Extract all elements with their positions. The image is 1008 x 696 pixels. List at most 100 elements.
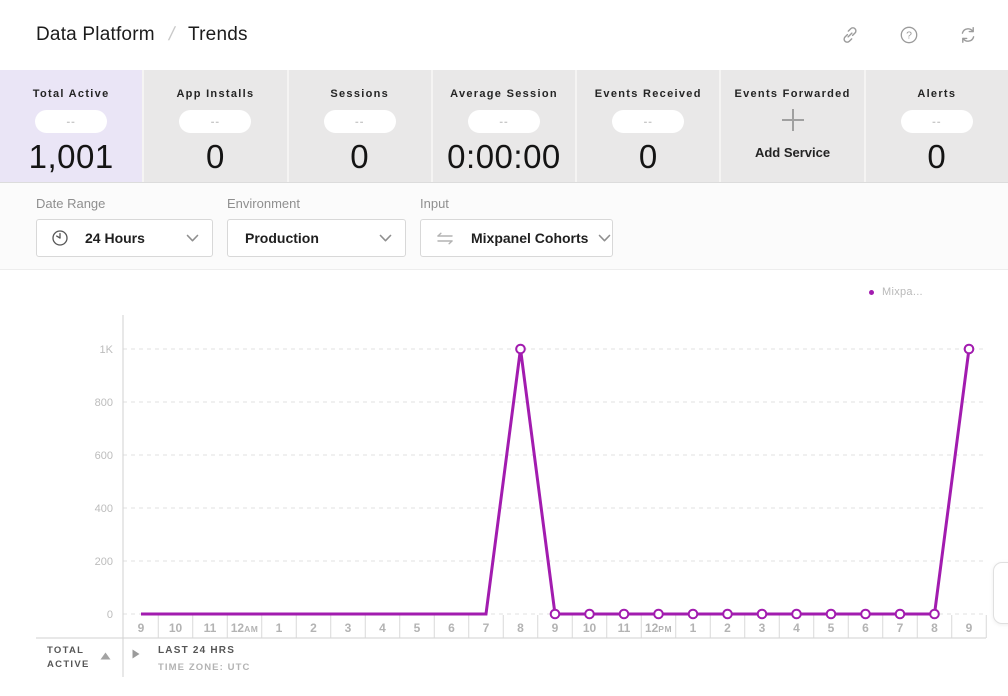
metric-card-events-received[interactable]: Events Received--0 <box>577 70 721 182</box>
x-axis-tick-label: 10 <box>583 621 597 635</box>
data-point-marker <box>930 610 939 619</box>
input-dropdown[interactable]: Mixpanel Cohorts <box>420 219 613 257</box>
x-axis-tick-label: 9 <box>552 621 559 635</box>
metrics-row: Total Active--1,001App Installs--0Sessio… <box>0 70 1008 183</box>
data-point-marker <box>792 610 801 619</box>
metric-card-average-session[interactable]: Average Session -- 0:00:00 <box>433 70 577 182</box>
filter-label: Environment <box>227 196 406 211</box>
x-axis-tick-label: 3 <box>345 621 352 635</box>
filters-row: Date Range24 Hours Environment Production I… <box>0 183 1008 270</box>
header-actions: ? <box>840 25 978 45</box>
plus-icon <box>780 107 806 133</box>
metric-card-events-forwarded[interactable]: Events ForwardedAdd Service <box>721 70 865 182</box>
data-point-marker <box>861 610 870 619</box>
x-axis-tick-label: 5 <box>828 621 835 635</box>
x-axis-tick-label: 11 <box>204 621 217 635</box>
series-line <box>141 349 969 614</box>
y-axis-tick-label: 0 <box>107 609 113 621</box>
x-axis-tick-label: 3 <box>759 621 766 635</box>
legend-series-label: Mixpa... <box>882 286 923 298</box>
data-point-marker <box>551 610 560 619</box>
metric-label: Sessions <box>330 88 389 100</box>
breadcrumb-page: Trends <box>188 24 248 46</box>
data-point-marker <box>654 610 663 619</box>
date-range-dropdown[interactable]: 24 Hours <box>36 219 213 257</box>
metric-value: 1,001 <box>29 138 114 176</box>
chevron-down-icon <box>186 234 199 243</box>
refresh-icon[interactable] <box>958 25 978 45</box>
data-point-marker <box>585 610 594 619</box>
chevron-down-icon <box>379 234 392 243</box>
y-axis-tick-label: 400 <box>95 503 113 515</box>
metric-pill: -- <box>468 110 540 133</box>
time-range-label: LAST 24 HRS <box>158 645 235 656</box>
filter-label: Input <box>420 196 613 211</box>
metric-card-total-active[interactable]: Total Active -- 1,001 <box>0 70 144 182</box>
breadcrumb-section[interactable]: Data Platform <box>36 24 155 46</box>
data-point-marker <box>758 610 767 619</box>
row-metric-label[interactable]: TOTAL ACTIVE <box>47 644 103 672</box>
data-point-marker <box>723 610 732 619</box>
x-axis-tick-label: 12PM <box>645 621 672 635</box>
data-point-marker <box>965 345 974 354</box>
filter-environment: Environment Production <box>227 196 406 257</box>
x-axis-tick-label: 11 <box>618 621 631 635</box>
metric-value: 0 <box>206 138 225 176</box>
svg-text:?: ? <box>906 30 912 42</box>
metric-label: Average Session <box>450 88 558 100</box>
x-axis-tick-label: 6 <box>448 621 455 635</box>
x-axis-tick-label: 10 <box>169 621 183 635</box>
y-axis-tick-label: 1K <box>100 344 114 356</box>
link-icon[interactable] <box>840 25 860 45</box>
timezone-label: TIME ZONE: UTC <box>158 662 250 673</box>
metric-card-app-installs[interactable]: App Installs--0 <box>144 70 288 182</box>
x-axis-tick-label: 4 <box>793 621 800 635</box>
data-point-marker <box>827 610 836 619</box>
metric-pill: -- <box>324 110 396 133</box>
metric-card-alerts[interactable]: Alerts--0 <box>866 70 1008 182</box>
x-axis-tick-label: 7 <box>483 621 490 635</box>
metric-pill: -- <box>612 110 684 133</box>
x-axis-tick-label: 1 <box>276 621 283 635</box>
metric-pill: -- <box>179 110 251 133</box>
metric-pill: -- <box>35 110 107 133</box>
x-axis-tick-label: 5 <box>414 621 421 635</box>
metric-value: 0 <box>927 138 946 176</box>
input-selected-value: Mixpanel Cohorts <box>471 230 588 246</box>
metric-label: Total Active <box>33 88 110 100</box>
data-point-marker <box>689 610 698 619</box>
help-icon[interactable]: ? <box>899 25 919 45</box>
side-peek-tab[interactable] <box>993 562 1008 624</box>
x-axis-tick-label: 12AM <box>231 621 259 635</box>
x-axis-tick-label: 8 <box>931 621 938 635</box>
metric-value: 0:00:00 <box>447 138 561 176</box>
chart-legend: Mixpa... <box>869 286 923 298</box>
breadcrumb-separator: / <box>166 24 176 46</box>
environment-dropdown[interactable]: Production <box>227 219 406 257</box>
filter-date-range: Date Range24 Hours <box>36 196 213 257</box>
metric-card-sessions[interactable]: Sessions -- 0 <box>289 70 433 182</box>
filter-input: Input Mixpanel Cohorts <box>420 196 613 257</box>
add-service-button[interactable]: Add Service <box>755 145 830 160</box>
y-axis-tick-label: 200 <box>95 556 113 568</box>
metric-value: 0 <box>639 138 658 176</box>
breadcrumb: Data Platform / Trends <box>36 24 248 46</box>
metric-pill: -- <box>901 110 973 133</box>
date-range-selected-value: 24 Hours <box>85 230 145 246</box>
expand-row-icon[interactable] <box>132 646 140 664</box>
trends-line-chart: 02004006008001K9101112AM123456789101112P… <box>0 270 1008 696</box>
x-axis-tick-label: 6 <box>862 621 869 635</box>
x-axis-tick-label: 9 <box>138 621 145 635</box>
metric-value: 0 <box>350 138 369 176</box>
environment-selected-value: Production <box>245 230 319 246</box>
x-axis-tick-label: 2 <box>310 621 317 635</box>
clock-icon <box>51 229 69 247</box>
sort-ascending-icon[interactable] <box>100 647 111 665</box>
x-axis-tick-label: 8 <box>517 621 524 635</box>
chart-section: 02004006008001K9101112AM123456789101112P… <box>0 270 1008 696</box>
data-point-marker <box>620 610 629 619</box>
legend-dot-icon <box>869 290 874 295</box>
header: Data Platform / Trends ? <box>0 0 1008 70</box>
data-point-marker <box>516 345 525 354</box>
transfer-icon <box>435 231 455 246</box>
